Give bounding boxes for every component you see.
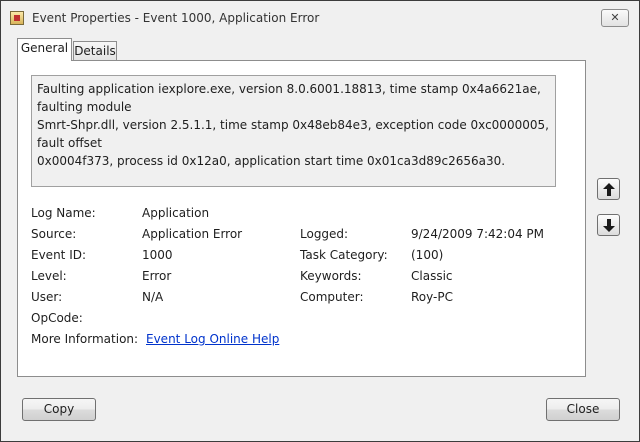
logged-value: 9/24/2009 7:42:04 PM — [411, 227, 545, 241]
logged-label: Logged: — [300, 227, 349, 241]
event-properties-window: Event Properties - Event 1000, Applicati… — [0, 0, 640, 442]
copy-button[interactable]: Copy — [22, 398, 96, 421]
keywords-value: Classic — [411, 269, 453, 283]
source-value: Application Error — [142, 227, 243, 241]
task-category-label: Task Category: — [300, 248, 388, 262]
arrow-down-icon — [603, 219, 615, 232]
tab-details[interactable]: Details — [73, 41, 117, 62]
log-name-value: Application — [142, 206, 210, 220]
window-title: Event Properties - Event 1000, Applicati… — [32, 11, 320, 25]
opcode-label: OpCode: — [31, 311, 83, 325]
level-label: Level: — [31, 269, 67, 283]
user-label: User: — [31, 290, 63, 304]
next-event-button[interactable] — [597, 214, 620, 236]
event-description-box[interactable]: Faulting application iexplore.exe, versi… — [31, 75, 556, 187]
computer-value: Roy-PC — [411, 290, 453, 304]
event-log-icon — [10, 11, 24, 25]
user-value: N/A — [142, 290, 164, 304]
log-name-label: Log Name: — [31, 206, 96, 220]
more-information-label: More Information: — [31, 332, 139, 346]
level-value: Error — [142, 269, 172, 283]
task-category-value: (100) — [411, 248, 444, 262]
title-bar: Event Properties - Event 1000, Applicati… — [2, 2, 638, 32]
computer-label: Computer: — [300, 290, 364, 304]
close-button[interactable]: Close — [546, 398, 620, 421]
event-id-value: 1000 — [142, 248, 173, 262]
event-description-text: Faulting application iexplore.exe, versi… — [37, 82, 549, 168]
arrow-up-icon — [603, 183, 615, 196]
event-log-online-help-link[interactable]: Event Log Online Help — [146, 332, 279, 346]
source-label: Source: — [31, 227, 77, 241]
window-close-button[interactable]: ✕ — [601, 9, 629, 27]
tab-general[interactable]: General — [17, 38, 72, 61]
keywords-label: Keywords: — [300, 269, 362, 283]
event-id-label: Event ID: — [31, 248, 87, 262]
previous-event-button[interactable] — [597, 178, 620, 200]
